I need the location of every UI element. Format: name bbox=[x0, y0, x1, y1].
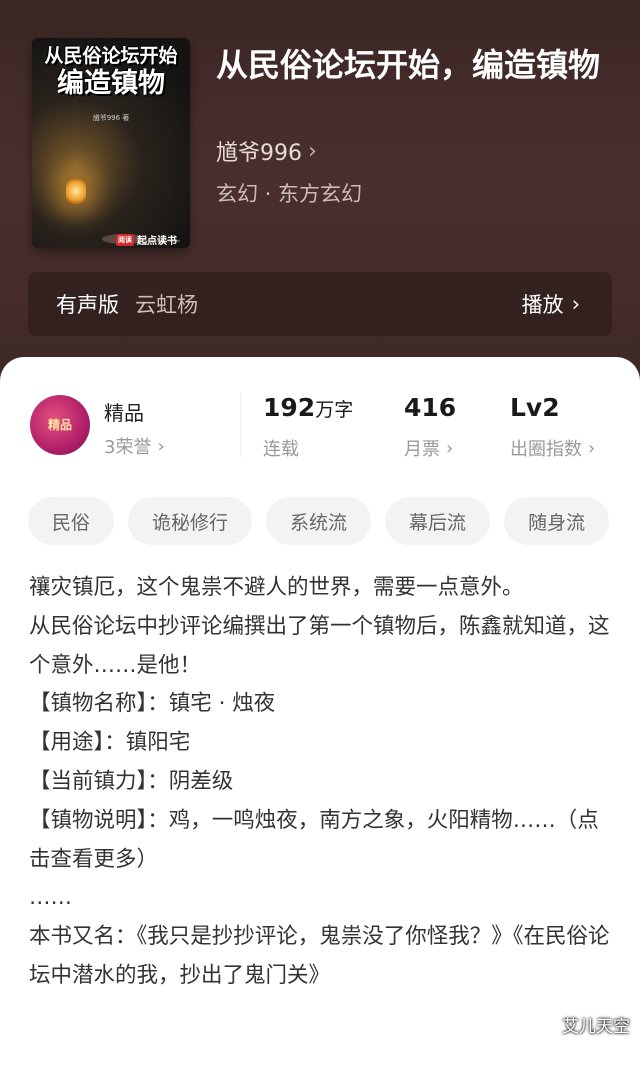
popularity-index-link[interactable]: 出圈指数 › bbox=[510, 435, 595, 461]
description-line: 【镇物名称】：镇宅 · 烛夜 bbox=[29, 691, 276, 717]
serial-status: 连载 bbox=[263, 435, 299, 461]
tag-chip[interactable]: 诡秘修行 bbox=[128, 497, 253, 545]
author-link[interactable]: 馗爷996 › bbox=[216, 135, 317, 167]
audio-label: 有声版 bbox=[56, 293, 119, 317]
chevron-right-icon: › bbox=[157, 435, 165, 457]
chevron-right-icon: › bbox=[308, 138, 317, 164]
monthly-votes: 416 bbox=[404, 393, 457, 422]
description-line: 【当前镇力】：阴差级 bbox=[29, 768, 234, 794]
cover-title: 从民俗论坛开始 编造镇物 bbox=[32, 45, 190, 99]
description-line: 本书又名：《我只是抄抄评论，鬼祟没了你怪我？》《在民俗论坛中潜水的我，抄出了鬼门… bbox=[29, 924, 610, 988]
description-line: 禳灾镇厄，这个鬼祟不避人的世界，需要一点意外。 bbox=[29, 575, 524, 600]
book-header: 从民俗论坛开始 编造镇物 馗爷996 著 阅读 起点读书 从民俗论坛开始，编造镇… bbox=[0, 0, 640, 400]
chevron-right-icon: › bbox=[588, 437, 596, 459]
chevron-right-icon: › bbox=[446, 437, 454, 459]
book-cover[interactable]: 从民俗论坛开始 编造镇物 馗爷996 著 阅读 起点读书 bbox=[32, 38, 190, 248]
tag-list: 民俗 诡秘修行 系统流 幕后流 随身流 bbox=[28, 497, 610, 545]
play-button[interactable]: 播放 › bbox=[522, 289, 580, 319]
tag-chip[interactable]: 系统流 bbox=[266, 497, 372, 545]
cover-title-line2: 编造镇物 bbox=[57, 67, 165, 99]
word-count: 192万字 bbox=[263, 393, 353, 422]
serial-status-label: 连载 bbox=[263, 439, 299, 460]
publisher-name: 起点读书 bbox=[137, 236, 177, 247]
audio-version-bar[interactable]: 有声版 云虹杨 播放 › bbox=[28, 272, 612, 336]
cover-title-line1: 从民俗论坛开始 bbox=[44, 45, 178, 67]
watermark: 艾儿天空 bbox=[562, 1017, 630, 1037]
tag-chip[interactable]: 幕后流 bbox=[385, 497, 491, 545]
book-title: 从民俗论坛开始，编造镇物 bbox=[216, 46, 601, 84]
author-name: 馗爷996 bbox=[216, 141, 302, 166]
tag-chip[interactable]: 随身流 bbox=[504, 497, 610, 545]
cover-publisher: 阅读 起点读书 bbox=[116, 232, 177, 247]
audio-narrator: 云虹杨 bbox=[135, 293, 198, 317]
quality-badge-icon: 精品 bbox=[30, 395, 90, 455]
monthly-votes-link[interactable]: 月票 › bbox=[404, 435, 453, 461]
tag-chip[interactable]: 民俗 bbox=[28, 497, 115, 545]
cover-author: 馗爷996 著 bbox=[92, 114, 130, 122]
lantern-illustration bbox=[66, 178, 86, 204]
play-label: 播放 bbox=[521, 293, 564, 317]
popularity-level: Lv2 bbox=[510, 393, 560, 422]
honors-count: 3荣誉 bbox=[104, 437, 152, 458]
publisher-badge: 阅读 bbox=[116, 233, 134, 246]
word-count-unit: 万字 bbox=[315, 399, 354, 421]
book-genre[interactable]: 玄幻 · 东方玄幻 bbox=[216, 178, 362, 208]
book-description[interactable]: 禳灾镇厄，这个鬼祟不避人的世界，需要一点意外。 从民俗论坛中抄评论编撰出了第一个… bbox=[29, 569, 613, 996]
stats-divider bbox=[240, 393, 241, 457]
popularity-index-label: 出圈指数 bbox=[510, 439, 582, 460]
description-line: 从民俗论坛中抄评论编撰出了第一个镇物后，陈鑫就知道，这个意外……是他！ bbox=[29, 613, 610, 678]
description-line: 【用途】：镇阳宅 bbox=[29, 730, 191, 756]
word-count-value: 192 bbox=[263, 393, 316, 422]
quality-label: 精品 bbox=[104, 401, 144, 425]
badge-text: 精品 bbox=[47, 418, 72, 432]
monthly-votes-label: 月票 bbox=[404, 439, 440, 460]
honors-link[interactable]: 3荣誉 › bbox=[104, 433, 165, 459]
book-detail-sheet: 精品 精品 3荣誉 › 192万字 连载 416 月票 › Lv2 出圈指数 ›… bbox=[0, 357, 640, 1074]
chevron-right-icon: › bbox=[571, 292, 580, 316]
description-line: 【镇物说明】：鸡，一鸣烛夜，南方之象，火阳精物……（点击查看更多） bbox=[29, 807, 599, 872]
description-line: …… bbox=[29, 885, 72, 911]
